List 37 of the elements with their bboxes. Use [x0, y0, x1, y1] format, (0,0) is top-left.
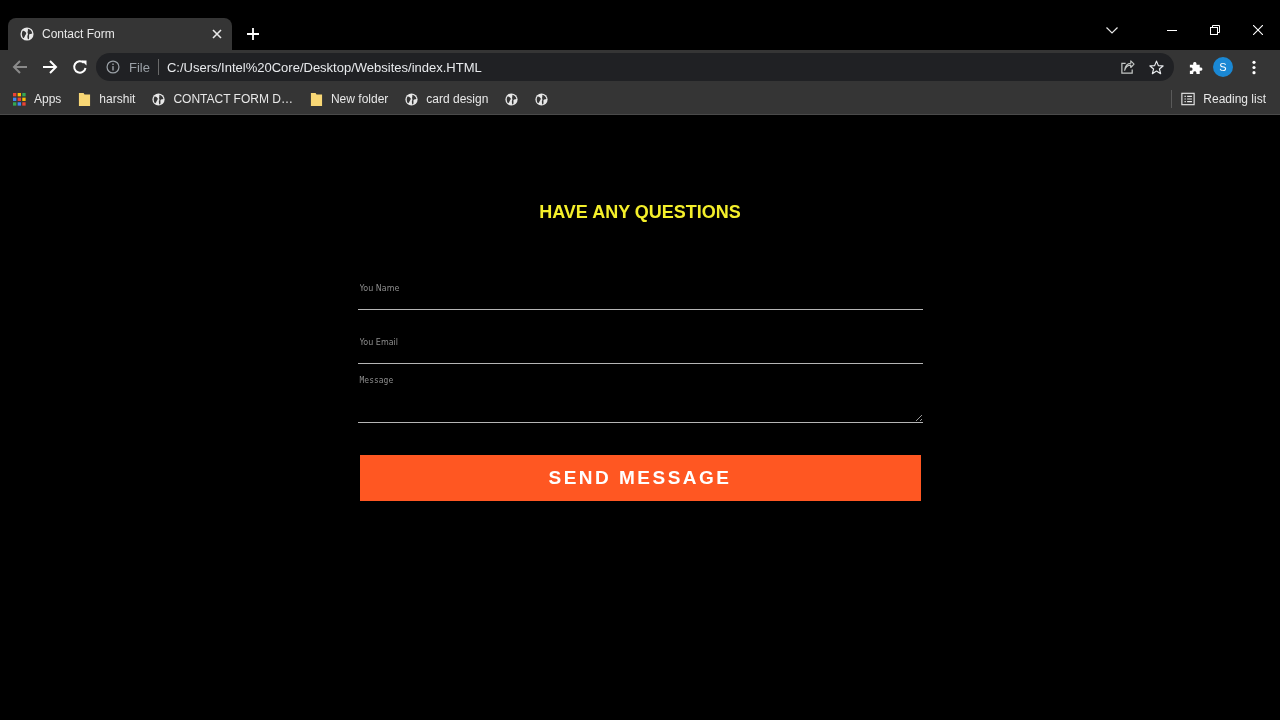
profile-avatar[interactable]: S: [1213, 57, 1233, 77]
message-field[interactable]: Message: [357, 372, 923, 423]
new-tab-icon[interactable]: [247, 28, 259, 40]
apps-grid-icon: [13, 92, 26, 106]
form-heading: HAVE ANY QUESTIONS: [539, 201, 741, 223]
chevron-down-icon[interactable]: [1106, 27, 1118, 34]
globe-icon: [405, 92, 419, 106]
reload-icon[interactable]: [72, 59, 88, 75]
bookmark-item[interactable]: harshit: [78, 89, 136, 109]
restore-icon[interactable]: [1210, 25, 1220, 35]
url-text: C:/Users/Intel%20Core/Desktop/Websites/index.HTML: [166, 59, 482, 75]
menu-icon[interactable]: [1252, 59, 1256, 75]
globe-icon: [505, 92, 519, 106]
info-icon: [106, 60, 120, 74]
star-icon[interactable]: [1149, 59, 1164, 75]
scheme-label: File: [129, 59, 150, 75]
globe-icon: [152, 92, 166, 106]
globe-icon: [535, 92, 549, 106]
bookmark-item[interactable]: Apps: [13, 89, 62, 109]
close-icon[interactable]: [1253, 25, 1263, 35]
browser-tab[interactable]: Contact Form: [8, 18, 232, 50]
globe-icon: [20, 27, 34, 41]
tab-title: Contact Form: [42, 27, 116, 41]
close-tab-icon[interactable]: [212, 29, 222, 39]
input-field[interactable]: You Name: [357, 278, 923, 310]
puzzle-piece-icon[interactable]: [1188, 59, 1203, 75]
folder-icon: [309, 92, 323, 106]
bookmark-item[interactable]: New folder: [309, 89, 389, 109]
share-icon[interactable]: [1120, 59, 1135, 75]
folder-icon: [78, 92, 92, 106]
address-bar[interactable]: File C:/Users/Intel%20Core/Desktop/Websites/index.HTML: [96, 53, 1174, 81]
forward-arrow-icon[interactable]: [42, 59, 58, 75]
bookmark-item[interactable]: card design: [405, 89, 489, 109]
bookmark-item[interactable]: CONTACT FORM D…: [152, 89, 293, 109]
reading-list-button[interactable]: Reading list: [1181, 89, 1266, 109]
list-icon: [1181, 92, 1196, 106]
input-field[interactable]: You Email: [357, 332, 923, 364]
